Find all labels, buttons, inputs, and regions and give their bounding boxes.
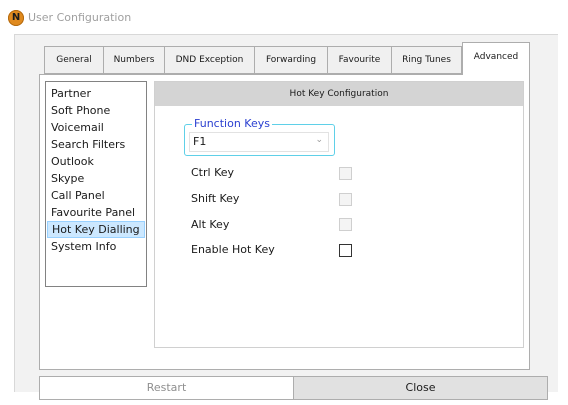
list-item-hot-key-dialling[interactable]: Hot Key Dialling: [47, 221, 145, 238]
list-item-skype[interactable]: Skype: [46, 170, 146, 187]
ctrl-key-label: Ctrl Key: [191, 166, 235, 179]
tab-dnd-exception[interactable]: DND Exception: [164, 46, 254, 74]
tab-numbers[interactable]: Numbers: [103, 46, 164, 74]
list-item-search-filters[interactable]: Search Filters: [46, 136, 146, 153]
tab-favourite[interactable]: Favourite: [327, 46, 391, 74]
list-item-partner[interactable]: Partner: [46, 85, 146, 102]
function-key-selected-value: F1: [193, 135, 207, 148]
function-keys-label: Function Keys: [192, 117, 272, 130]
alt-key-label: Alt Key: [191, 218, 230, 231]
list-item-system-info[interactable]: System Info: [46, 238, 146, 255]
tab-general[interactable]: General: [44, 46, 103, 74]
list-item-voicemail[interactable]: Voicemail: [46, 119, 146, 136]
enable-hot-key-label: Enable Hot Key: [191, 243, 275, 256]
title-bar: N User Configuration: [0, 0, 568, 34]
list-item-outlook[interactable]: Outlook: [46, 153, 146, 170]
tab-advanced[interactable]: Advanced: [462, 42, 530, 75]
tab-forwarding[interactable]: Forwarding: [254, 46, 327, 74]
alt-key-checkbox[interactable]: [339, 218, 352, 231]
restart-button[interactable]: Restart: [39, 376, 294, 400]
ctrl-key-checkbox[interactable]: [339, 167, 352, 180]
enable-hot-key-checkbox[interactable]: [339, 244, 352, 257]
function-key-dropdown[interactable]: F1 ⌄: [189, 132, 329, 152]
settings-category-list[interactable]: Partner Soft Phone Voicemail Search Filt…: [45, 81, 147, 287]
list-item-favourite-panel[interactable]: Favourite Panel: [46, 204, 146, 221]
hot-key-config-header: Hot Key Configuration: [155, 82, 523, 106]
shift-key-label: Shift Key: [191, 192, 240, 205]
close-button[interactable]: Close: [294, 376, 548, 400]
chevron-down-icon: ⌄: [315, 135, 323, 145]
window-title: User Configuration: [28, 11, 132, 24]
list-item-soft-phone[interactable]: Soft Phone: [46, 102, 146, 119]
tab-ring-tunes[interactable]: Ring Tunes: [391, 46, 462, 74]
app-logo-icon: N: [8, 10, 24, 26]
shift-key-checkbox[interactable]: [339, 193, 352, 206]
list-item-call-panel[interactable]: Call Panel: [46, 187, 146, 204]
